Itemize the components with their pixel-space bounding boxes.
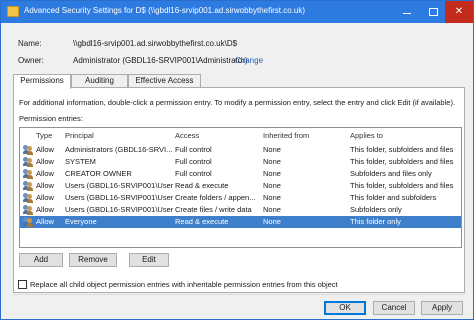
permission-entries-label: Permission entries: xyxy=(19,114,83,123)
table-row[interactable]: Allow Users (GBDL16-SRVIP001\Users) Read… xyxy=(20,180,461,192)
tab-effective-access[interactable]: Effective Access xyxy=(128,74,201,88)
cell-access: Read & execute xyxy=(175,217,229,226)
column-header-applies-to[interactable]: Applies to xyxy=(350,130,460,142)
user-group-icon xyxy=(23,169,33,179)
table-row[interactable]: Allow CREATOR OWNER Full control None Su… xyxy=(20,168,461,180)
cell-inherited-from: None xyxy=(263,205,281,214)
remove-button[interactable]: Remove xyxy=(69,253,117,267)
apply-button[interactable]: Apply xyxy=(421,301,463,315)
permissions-panel: For additional information, double-click… xyxy=(13,87,465,293)
cell-inherited-from: None xyxy=(263,169,281,178)
cancel-button[interactable]: Cancel xyxy=(373,301,415,315)
ok-button[interactable]: OK xyxy=(324,301,366,315)
column-header-principal[interactable]: Principal xyxy=(65,130,173,142)
table-row-selected[interactable]: Allow Everyone Read & execute None This … xyxy=(20,216,461,228)
maximize-button[interactable] xyxy=(420,1,448,23)
table-row[interactable]: Allow Users (GBDL16-SRVIP001\Users) Crea… xyxy=(20,192,461,204)
name-value: \\gbdl16-srvip001.ad.sirwobbythefirst.co… xyxy=(73,39,238,48)
cell-type: Allow xyxy=(36,193,54,202)
column-header-type[interactable]: Type xyxy=(36,130,64,142)
cell-inherited-from: None xyxy=(263,157,281,166)
minimize-button[interactable] xyxy=(393,1,421,23)
cell-access: Read & execute xyxy=(175,181,229,190)
cell-access: Full control xyxy=(175,169,212,178)
cell-inherited-from: None xyxy=(263,217,281,226)
name-label: Name: xyxy=(18,39,42,48)
cell-inherited-from: None xyxy=(263,193,281,202)
column-header-access[interactable]: Access xyxy=(175,130,260,142)
cell-inherited-from: None xyxy=(263,145,281,154)
cell-principal: Users (GBDL16-SRVIP001\Users) xyxy=(65,181,173,190)
cell-principal: Everyone xyxy=(65,217,97,226)
tab-auditing[interactable]: Auditing xyxy=(71,74,128,88)
cell-type: Allow xyxy=(36,205,54,214)
table-row[interactable]: Allow Administrators (GBDL16-SRVI... Ful… xyxy=(20,144,461,156)
close-button[interactable]: ✕ xyxy=(445,1,473,23)
cell-type: Allow xyxy=(36,169,54,178)
title-bar[interactable]: Advanced Security Settings for D$ (\\gbd… xyxy=(1,1,473,23)
cell-applies-to: This folder and subfolders xyxy=(350,193,437,202)
tab-permissions[interactable]: Permissions xyxy=(13,74,71,89)
folder-icon xyxy=(7,6,19,17)
advanced-security-settings-window: Advanced Security Settings for D$ (\\gbd… xyxy=(0,0,474,320)
minimize-icon xyxy=(403,13,411,14)
window-title: Advanced Security Settings for D$ (\\gbd… xyxy=(24,6,306,15)
cell-type: Allow xyxy=(36,217,54,226)
add-button[interactable]: Add xyxy=(19,253,63,267)
replace-child-permissions-checkbox[interactable] xyxy=(18,280,27,289)
maximize-icon xyxy=(429,8,438,16)
cell-principal: Administrators (GBDL16-SRVI... xyxy=(65,145,173,154)
close-icon: ✕ xyxy=(454,6,464,17)
cell-access: Full control xyxy=(175,145,212,154)
table-row[interactable]: Allow SYSTEM Full control None This fold… xyxy=(20,156,461,168)
cell-applies-to: This folder, subfolders and files xyxy=(350,181,454,190)
divider xyxy=(13,294,465,295)
cell-type: Allow xyxy=(36,145,54,154)
user-group-icon xyxy=(23,181,33,191)
table-header: Type Principal Access Inherited from App… xyxy=(20,130,461,142)
cell-applies-to: This folder, subfolders and files xyxy=(350,157,454,166)
cell-principal: CREATOR OWNER xyxy=(65,169,132,178)
cell-applies-to: This folder only xyxy=(350,217,401,226)
owner-label: Owner: xyxy=(18,56,44,65)
edit-button[interactable]: Edit xyxy=(129,253,169,267)
cell-access: Full control xyxy=(175,157,212,166)
cell-type: Allow xyxy=(36,181,54,190)
permission-entries-table[interactable]: Type Principal Access Inherited from App… xyxy=(19,127,462,248)
cell-type: Allow xyxy=(36,157,54,166)
cell-access: Create folders / appen... xyxy=(175,193,256,202)
cell-principal: Users (GBDL16-SRVIP001\Users) xyxy=(65,193,173,202)
cell-applies-to: Subfolders and files only xyxy=(350,169,432,178)
column-header-inherited-from[interactable]: Inherited from xyxy=(263,130,345,142)
user-group-icon xyxy=(23,193,33,203)
cell-inherited-from: None xyxy=(263,181,281,190)
user-group-icon xyxy=(23,145,33,155)
cell-principal: SYSTEM xyxy=(65,157,96,166)
user-group-icon xyxy=(23,157,33,167)
user-group-icon xyxy=(23,205,33,215)
user-group-icon xyxy=(23,217,33,227)
owner-value: Administrator (GBDL16-SRVIP001\Administr… xyxy=(73,56,248,65)
cell-access: Create files / write data xyxy=(175,205,252,214)
instructions-text: For additional information, double-click… xyxy=(19,98,456,107)
cell-applies-to: This folder, subfolders and files xyxy=(350,145,454,154)
replace-child-permissions-label: Replace all child object permission entr… xyxy=(30,280,338,289)
cell-principal: Users (GBDL16-SRVIP001\Users) xyxy=(65,205,173,214)
cell-applies-to: Subfolders only xyxy=(350,205,402,214)
table-row[interactable]: Allow Users (GBDL16-SRVIP001\Users) Crea… xyxy=(20,204,461,216)
change-owner-link[interactable]: Change xyxy=(235,56,263,65)
